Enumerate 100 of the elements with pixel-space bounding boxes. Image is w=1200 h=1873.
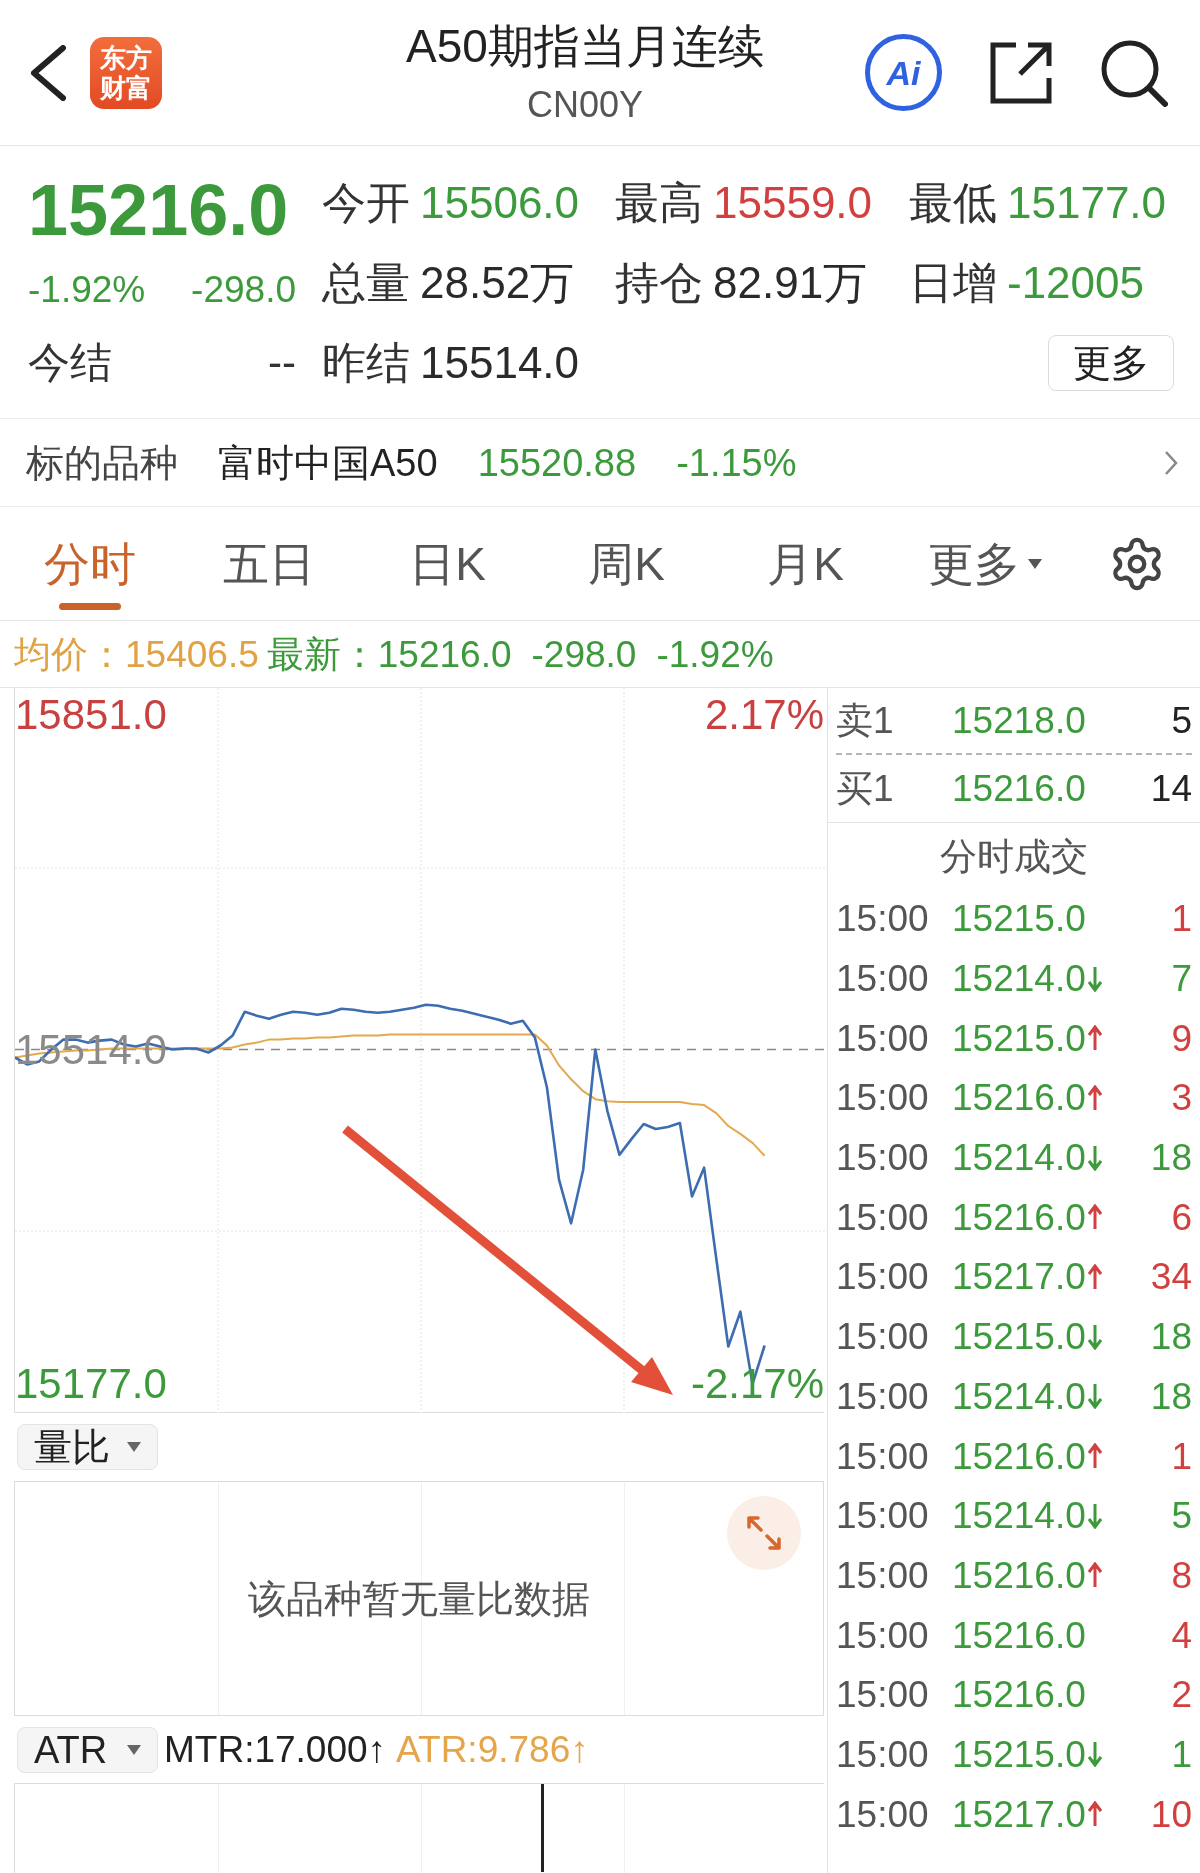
app-logo: 东方 财富 <box>90 36 162 109</box>
share-icon[interactable] <box>990 41 1052 104</box>
stat-label: 最低 <box>909 181 997 225</box>
latest-change: -298.0 <box>531 635 637 673</box>
trade-price: 15217.0 <box>952 1795 1086 1833</box>
order-volume: 5 <box>1171 702 1192 739</box>
trade-time: 15:00 <box>836 1676 930 1714</box>
stat-label: 日增 <box>909 261 997 305</box>
chart-tab[interactable]: 分时 <box>0 507 179 620</box>
atr-value: ATR:9.786↑ <box>396 1731 589 1768</box>
stat-label: 今开 <box>322 181 410 225</box>
trade-price: 15215.0 <box>952 1019 1086 1057</box>
trade-price: 15214.0 <box>952 1139 1086 1177</box>
trade-volume: 18 <box>1150 1377 1192 1415</box>
trade-volume: 1 <box>1171 900 1192 938</box>
stat-value: 15514.0 <box>420 341 580 385</box>
expand-icon[interactable] <box>727 1496 801 1570</box>
ai-button[interactable]: Ai <box>865 34 942 111</box>
stat-value: 28.52万 <box>420 261 575 305</box>
stat-label: 最高 <box>615 181 703 225</box>
trade-price: 15216.0 <box>952 1616 1086 1654</box>
stat-value: -12005 <box>1007 261 1144 305</box>
chart-tab[interactable]: 月K <box>716 507 895 620</box>
trade-time: 15:00 <box>836 1019 930 1057</box>
trades-title: 分时成交 <box>940 837 1088 875</box>
no-data-message: 该品种暂无量比数据 <box>248 1579 590 1618</box>
trade-price: 15215.0 <box>952 1318 1086 1356</box>
stat-label: 今结 <box>28 342 112 384</box>
trade-volume: 5 <box>1171 1497 1192 1535</box>
trade-price: 15214.0 <box>952 1377 1086 1415</box>
trade-price: 15216.0 <box>952 1437 1086 1475</box>
chart-tab[interactable]: 日K <box>358 507 537 620</box>
trade-time: 15:00 <box>836 1556 930 1594</box>
symbol-code: CN00Y <box>526 86 644 123</box>
indicator-dropdown[interactable]: ATR <box>17 1726 158 1773</box>
trade-time: 15:00 <box>836 900 930 938</box>
trade-volume: 2 <box>1171 1676 1192 1714</box>
trade-price: 15214.0 <box>952 960 1086 998</box>
trade-volume: 7 <box>1171 960 1192 998</box>
axis-percent-label: 2.17% <box>704 693 824 736</box>
stat-value: 82.91万 <box>713 261 868 305</box>
trade-price: 15215.0 <box>952 1735 1086 1773</box>
average-price-label: 均价： <box>14 635 125 673</box>
trade-time: 15:00 <box>836 1616 930 1654</box>
trade-price: 15215.0 <box>952 900 1086 938</box>
trade-time: 15:00 <box>836 1079 930 1117</box>
trade-volume: 18 <box>1150 1139 1192 1177</box>
chart-tab[interactable]: 更多 <box>895 507 1074 620</box>
trade-price: 15216.0 <box>952 1079 1086 1117</box>
trade-volume: 8 <box>1171 1556 1192 1594</box>
stat-value: 15506.0 <box>420 181 580 225</box>
trade-volume: 6 <box>1171 1198 1192 1236</box>
chart-tab[interactable]: 周K <box>537 507 716 620</box>
axis-price-label: 15851.0 <box>15 693 167 736</box>
trade-price: 15216.0 <box>952 1556 1086 1594</box>
order-level-label: 买1 <box>836 770 895 807</box>
trade-volume: 18 <box>1150 1318 1192 1356</box>
caret-icon <box>127 1744 141 1755</box>
latest-price-label: 最新： <box>266 635 378 673</box>
underlying-change-percent: -1.15% <box>676 443 797 482</box>
stat-value: 15559.0 <box>713 181 873 225</box>
stat-label: 昨结 <box>322 341 410 385</box>
trade-time: 15:00 <box>836 1437 930 1475</box>
trade-volume: 10 <box>1150 1795 1192 1833</box>
trade-volume: 1 <box>1171 1437 1192 1475</box>
chevron-right-icon[interactable] <box>1164 449 1178 476</box>
caret-icon <box>127 1442 141 1452</box>
order-price: 15218.0 <box>952 702 1086 739</box>
mtr-value: MTR:17.000↑ <box>164 1731 387 1768</box>
caret-icon <box>1027 558 1042 569</box>
page-title: A50期指当月连续 <box>406 22 764 69</box>
trade-price: 15216.0 <box>952 1676 1086 1714</box>
axis-price-label: 15177.0 <box>15 1363 167 1406</box>
indicator-dropdown[interactable]: 量比 <box>17 1424 158 1470</box>
trade-time: 15:00 <box>836 1795 930 1833</box>
trade-time: 15:00 <box>836 1377 930 1415</box>
underlying-label: 标的品种 <box>26 443 178 482</box>
trade-time: 15:00 <box>836 1735 930 1773</box>
underlying-price: 15520.88 <box>477 443 637 482</box>
underlying-name: 富时中国A50 <box>218 443 438 482</box>
order-volume: 14 <box>1150 770 1192 807</box>
stat-label: 持仓 <box>615 261 703 305</box>
order-level-label: 卖1 <box>836 702 895 739</box>
more-button[interactable]: 更多 <box>1048 335 1174 391</box>
trade-time: 15:00 <box>836 1497 930 1535</box>
trade-time: 15:00 <box>836 960 930 998</box>
axis-percent-label: -2.17% <box>690 1363 824 1406</box>
trade-volume: 1 <box>1171 1735 1192 1773</box>
back-icon[interactable] <box>28 44 68 101</box>
trade-volume: 3 <box>1171 1079 1192 1117</box>
trade-price: 15214.0 <box>952 1497 1086 1535</box>
trade-time: 15:00 <box>836 1139 930 1177</box>
stat-value: -- <box>268 342 296 384</box>
chart-tab[interactable]: 五日 <box>179 507 358 620</box>
last-price: 15216.0 <box>28 174 289 246</box>
change-percent: -1.92% <box>28 270 146 308</box>
trade-time: 15:00 <box>836 1198 930 1236</box>
trade-price: 15217.0 <box>952 1258 1086 1296</box>
search-icon[interactable] <box>1100 38 1168 107</box>
order-price: 15216.0 <box>952 770 1086 807</box>
